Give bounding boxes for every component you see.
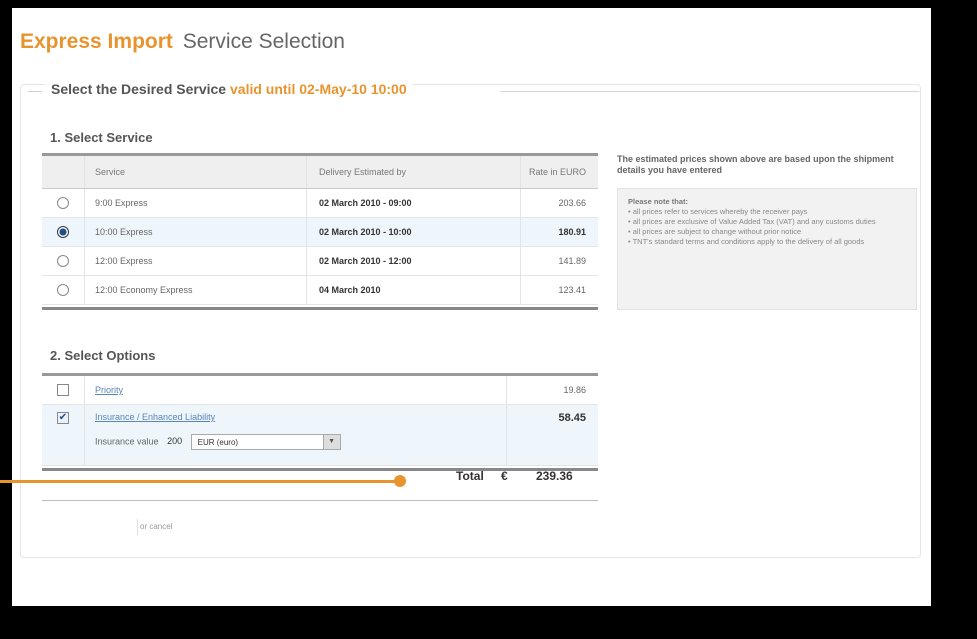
- table-footer-cell: [42, 304, 598, 310]
- insurance-value-label: Insurance value: [95, 436, 159, 447]
- radio-cell: [42, 217, 85, 247]
- service-name: 12:00 Economy Express: [84, 275, 307, 305]
- checkbox-cell: ✔: [42, 404, 85, 466]
- radio-column-header: [42, 153, 85, 189]
- radio-cell: [42, 275, 85, 305]
- currency-select-value: EUR (euro): [197, 438, 239, 447]
- note-box-title: Please note that:: [628, 197, 689, 206]
- service-rate: 141.89: [520, 246, 598, 276]
- service-name: 12:00 Express: [84, 246, 307, 276]
- price-note-box: Please note that: • all prices refer to …: [617, 188, 917, 310]
- total-label: Total: [456, 469, 484, 483]
- table-footer-rule: [42, 304, 598, 310]
- note-item: • all prices are subject to change witho…: [628, 227, 802, 236]
- note-item-text: all prices are subject to change without…: [632, 227, 802, 236]
- option-row-insurance[interactable]: ✔ Insurance / Enhanced Liability Insuran…: [42, 404, 598, 466]
- total-amount: 239.36: [536, 469, 573, 483]
- bottom-bar: [0, 606, 977, 639]
- annotation-pointer-line: [0, 480, 400, 483]
- cancel-link[interactable]: or cancel: [140, 522, 172, 531]
- service-radio[interactable]: [57, 284, 69, 296]
- option-name-cell: Insurance / Enhanced Liability Insurance…: [84, 404, 507, 466]
- service-radio[interactable]: [57, 255, 69, 267]
- service-row-selected[interactable]: 10:00 Express 02 March 2010 - 10:00 180.…: [42, 217, 598, 247]
- price-note-heading: The estimated prices shown above are bas…: [617, 154, 894, 175]
- annotation-pointer-dot: [394, 475, 406, 487]
- table-footer-rule: [42, 465, 598, 471]
- priority-link[interactable]: Priority: [95, 385, 123, 395]
- note-list: • all prices refer to services whereby t…: [628, 207, 906, 247]
- note-item-text: all prices refer to services whereby the…: [632, 207, 808, 216]
- service-rate: 180.91: [520, 217, 598, 247]
- service-name: 9:00 Express: [84, 188, 307, 218]
- service-delivery: 02 March 2010 - 12:00: [306, 246, 521, 276]
- panel-legend: Select the Desired Service valid until 0…: [45, 81, 413, 97]
- insurance-link[interactable]: Insurance / Enhanced Liability: [95, 412, 215, 422]
- cancel-divider: [137, 519, 138, 535]
- option-row-priority[interactable]: Priority 19.86: [42, 374, 598, 405]
- page-title: Express Import Service Selection: [20, 30, 345, 54]
- table-footer-cell: [42, 465, 598, 471]
- checkbox-cell: [42, 374, 85, 405]
- options-table: Priority 19.86 ✔ Insurance / Enhanced Li…: [42, 373, 598, 471]
- legend-text: Select the Desired Service: [51, 81, 227, 97]
- col-service: Service: [84, 153, 307, 189]
- service-table: Service Delivery Estimated by Rate in EU…: [42, 153, 598, 310]
- priority-price: 19.86: [506, 374, 598, 405]
- select-service-heading: 1. Select Service: [50, 130, 153, 145]
- dropdown-arrow-icon[interactable]: ▼: [322, 435, 340, 449]
- total-currency: €: [501, 469, 508, 483]
- legend-rule-left: [28, 91, 42, 92]
- option-name-cell: Priority: [84, 374, 507, 405]
- brand-title: Express Import: [20, 30, 173, 53]
- currency-select[interactable]: EUR (euro) ▼: [190, 434, 341, 450]
- priority-checkbox[interactable]: [57, 384, 69, 396]
- service-row[interactable]: 12:00 Express 02 March 2010 - 12:00 141.…: [42, 246, 598, 276]
- insurance-value-amount[interactable]: 200: [167, 436, 182, 446]
- legend-rule-right: [500, 91, 919, 92]
- radio-cell: [42, 188, 85, 218]
- validity-text: valid until 02-May-10 10:00: [230, 81, 407, 97]
- service-name: 10:00 Express: [84, 217, 307, 247]
- note-item: • TNT's standard terms and conditions ap…: [628, 237, 865, 246]
- service-table-header: Service Delivery Estimated by Rate in EU…: [42, 153, 598, 189]
- service-delivery: 04 March 2010: [306, 275, 521, 305]
- note-item: • all prices are exclusive of Value Adde…: [628, 217, 876, 226]
- insurance-price: 58.45: [506, 404, 598, 466]
- service-rate: 203.66: [520, 188, 598, 218]
- select-options-heading: 2. Select Options: [50, 348, 156, 363]
- note-item-text: TNT's standard terms and conditions appl…: [632, 237, 865, 246]
- note-item-text: all prices are exclusive of Value Added …: [632, 217, 876, 226]
- service-radio[interactable]: [57, 197, 69, 209]
- total-rule: [42, 500, 598, 501]
- note-item: • all prices refer to services whereby t…: [628, 207, 808, 216]
- page-subtitle: Service Selection: [182, 30, 345, 53]
- insurance-checkbox[interactable]: ✔: [57, 412, 69, 424]
- col-delivery: Delivery Estimated by: [306, 153, 521, 189]
- service-row[interactable]: 9:00 Express 02 March 2010 - 09:00 203.6…: [42, 188, 598, 218]
- insurance-value-row: Insurance value 200 EUR (euro) ▼: [95, 434, 505, 450]
- service-delivery: 02 March 2010 - 10:00: [306, 217, 521, 247]
- service-rate: 123.41: [520, 275, 598, 305]
- service-row[interactable]: 12:00 Economy Express 04 March 2010 123.…: [42, 275, 598, 305]
- col-rate: Rate in EURO: [520, 153, 598, 189]
- radio-cell: [42, 246, 85, 276]
- service-delivery: 02 March 2010 - 09:00: [306, 188, 521, 218]
- service-radio-selected[interactable]: [57, 226, 69, 238]
